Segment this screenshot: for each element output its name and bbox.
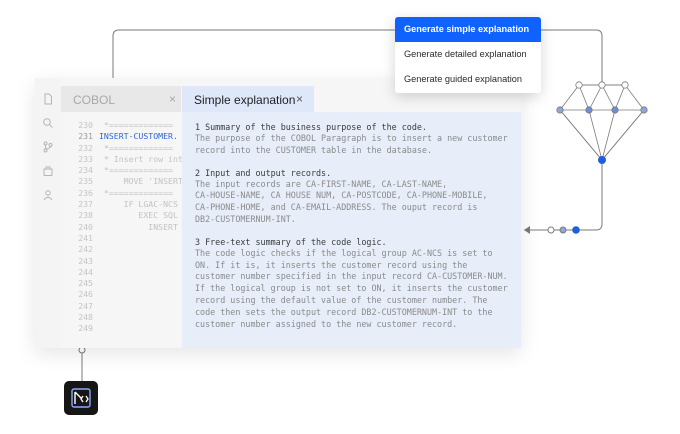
code-text: *============= bbox=[99, 165, 173, 176]
code-text: MOVE 'INSERT bbox=[99, 176, 183, 187]
search-icon[interactable] bbox=[42, 117, 54, 129]
code-text: EXEC SQL bbox=[99, 210, 178, 221]
line-number: 237 bbox=[78, 199, 93, 210]
menu-item-generate-simple-explanation[interactable]: Generate simple explanation bbox=[395, 17, 541, 42]
user-icon[interactable] bbox=[42, 189, 54, 201]
line-number: 243 bbox=[78, 255, 93, 266]
code-text: *============= bbox=[99, 142, 173, 153]
tab-simple-explanation[interactable]: Simple explanation × bbox=[182, 86, 314, 112]
package-icon[interactable] bbox=[42, 165, 54, 177]
line-number: 244 bbox=[78, 266, 93, 277]
line-number: 234 bbox=[78, 165, 93, 176]
section-body: The input records are CA-FIRST-NAME, CA-… bbox=[195, 178, 488, 224]
menu-item-generate-guided-explanation[interactable]: Generate guided explanation bbox=[395, 67, 541, 92]
code-text: * Insert row into bbox=[99, 153, 188, 164]
line-number: 248 bbox=[78, 312, 93, 323]
explanation-panel: 1 Summary of the business purpose of the… bbox=[182, 112, 521, 348]
section-body: The purpose of the COBOL Paragraph is to… bbox=[195, 133, 508, 155]
connector-dot bbox=[572, 226, 580, 234]
line-number: 241 bbox=[78, 232, 93, 243]
explanation-content: 1 Summary of the business purpose of the… bbox=[195, 121, 515, 340]
section-title: 1 Summary of the business purpose of the… bbox=[195, 122, 427, 132]
code-text: INSERT bbox=[99, 221, 178, 232]
activity-bar bbox=[35, 78, 61, 348]
line-number: 240 bbox=[78, 221, 93, 232]
section-body: The code logic checks if the logical gro… bbox=[195, 247, 508, 329]
code-text: *============= bbox=[99, 187, 173, 198]
tab-label: Simple explanation bbox=[194, 93, 296, 107]
menu-item-generate-detailed-explanation[interactable]: Generate detailed explanation bbox=[395, 42, 541, 67]
tab-label: COBOL bbox=[73, 93, 116, 107]
file-icon[interactable] bbox=[42, 93, 54, 105]
line-number: 246 bbox=[78, 289, 93, 300]
line-number: 247 bbox=[78, 300, 93, 311]
watsonx-code-assistant-logo bbox=[64, 381, 98, 415]
close-icon[interactable]: × bbox=[169, 92, 176, 106]
line-number: 242 bbox=[78, 244, 93, 255]
line-number: 249 bbox=[78, 323, 93, 334]
line-number: 230 bbox=[78, 120, 93, 130]
generate-explanation-menu: Generate simple explanation Generate deta… bbox=[395, 17, 541, 93]
diamond-network-icon bbox=[559, 84, 645, 161]
line-number: 245 bbox=[78, 278, 93, 289]
line-number: 232 bbox=[78, 142, 93, 153]
code-text: IF LGAC-NCS bbox=[99, 199, 178, 210]
branch-icon[interactable] bbox=[42, 141, 54, 153]
code-text: INSERT-CUSTOMER. bbox=[99, 131, 178, 142]
line-number: 233 bbox=[78, 153, 93, 164]
line-number: 235 bbox=[78, 176, 93, 187]
section-title: 2 Input and output records. bbox=[195, 167, 332, 178]
connector-dot bbox=[547, 226, 555, 234]
line-number: 231 bbox=[78, 131, 93, 142]
code-text: *============= bbox=[99, 120, 173, 130]
line-number: 238 bbox=[78, 210, 93, 221]
line-number: 236 bbox=[78, 187, 93, 198]
close-icon[interactable]: × bbox=[296, 92, 303, 106]
section-title: 3 Free-text summary of the code logic. bbox=[195, 236, 387, 247]
connector-dot bbox=[559, 226, 567, 234]
diamond-nodes bbox=[556, 81, 648, 164]
tab-cobol[interactable]: COBOL × bbox=[61, 86, 181, 112]
